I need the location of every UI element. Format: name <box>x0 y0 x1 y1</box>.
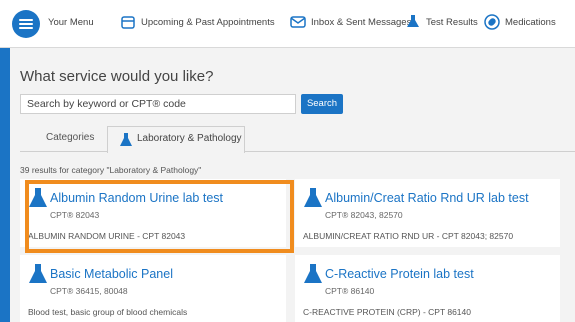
menu-icon[interactable] <box>12 10 40 38</box>
card-cpt: CPT® 36415, 80048 <box>50 286 128 296</box>
card-title[interactable]: C-Reactive Protein lab test <box>325 267 474 281</box>
flask-icon <box>407 15 419 27</box>
flask-icon <box>304 264 322 283</box>
top-navigation: Your Menu Upcoming & Past Appointments I… <box>0 0 575 48</box>
card-title[interactable]: Albumin/Creat Ratio Rnd UR lab test <box>325 191 529 205</box>
service-card[interactable]: Albumin/Creat Ratio Rnd UR lab test CPT®… <box>295 179 560 247</box>
tab-laboratory-pathology[interactable]: Laboratory & Pathology <box>107 126 245 153</box>
flask-icon <box>304 188 322 207</box>
flask-icon <box>120 133 132 146</box>
nav-item-test-results[interactable]: Test Results <box>426 17 478 28</box>
nav-item-appointments[interactable]: Upcoming & Past Appointments <box>141 17 275 28</box>
nav-item-medications[interactable]: Medications <box>505 17 556 28</box>
card-cpt: CPT® 86140 <box>325 286 375 296</box>
envelope-icon <box>290 16 306 28</box>
card-title[interactable]: Basic Metabolic Panel <box>50 267 173 281</box>
tab-label: Laboratory & Pathology <box>137 133 242 144</box>
search-input[interactable]: Search by keyword or CPT® code <box>20 94 296 114</box>
card-description: C-REACTIVE PROTEIN (CRP) - CPT 86140 <box>303 307 471 317</box>
nav-item-messages[interactable]: Inbox & Sent Messages <box>311 17 411 28</box>
nav-item-your-menu[interactable]: Your Menu <box>48 17 94 28</box>
service-card[interactable]: C-Reactive Protein lab test CPT® 86140 C… <box>295 255 560 322</box>
tab-categories[interactable]: Categories <box>46 132 94 143</box>
card-description: Blood test, basic group of blood chemica… <box>28 307 188 317</box>
tab-bar: Categories Laboratory & Pathology <box>20 126 575 153</box>
pill-icon <box>484 14 500 30</box>
card-description: ALBUMIN/CREAT RATIO RND UR - CPT 82043; … <box>303 231 514 241</box>
search-button[interactable]: Search <box>301 94 343 114</box>
flask-icon <box>29 264 47 283</box>
calendar-icon <box>121 16 135 29</box>
page-title: What service would you like? <box>20 68 214 85</box>
results-count: 39 results for category "Laboratory & Pa… <box>20 165 202 175</box>
service-card[interactable]: Basic Metabolic Panel CPT® 36415, 80048 … <box>20 255 286 322</box>
highlight-frame <box>25 180 294 253</box>
left-accent-bar <box>0 48 10 322</box>
card-cpt: CPT® 82043, 82570 <box>325 210 403 220</box>
